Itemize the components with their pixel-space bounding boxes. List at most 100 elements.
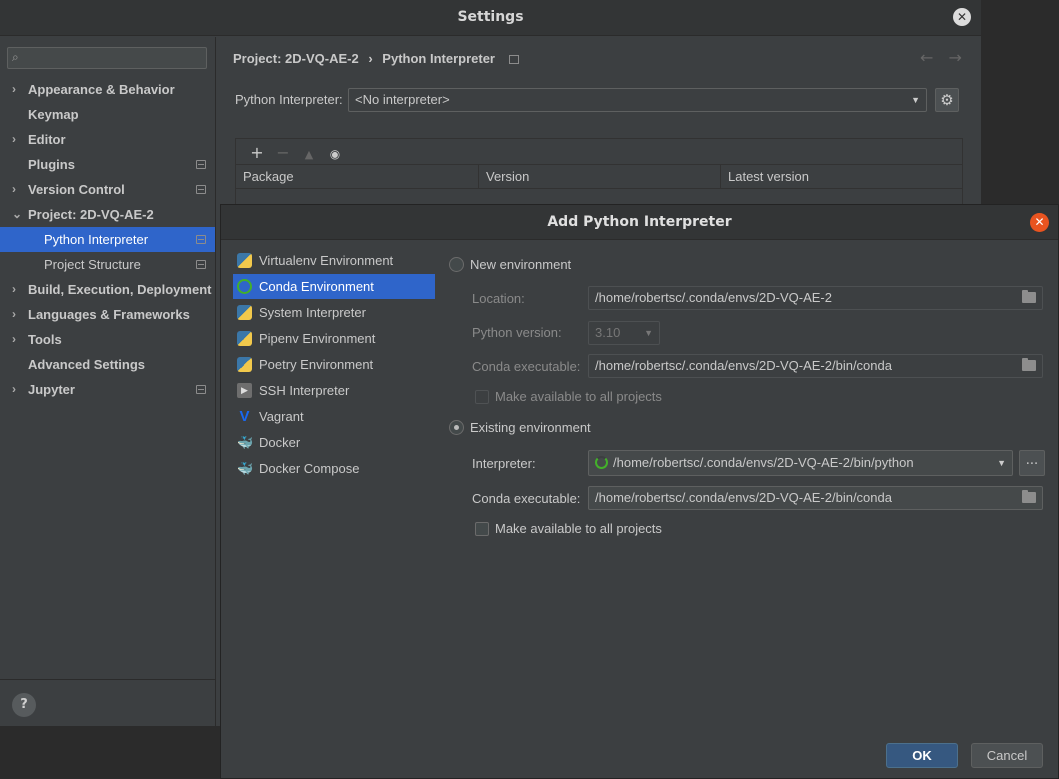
settings-search-input[interactable]: ⌕	[7, 47, 207, 69]
gear-icon[interactable]: ⚙	[935, 88, 959, 112]
sidebar-item[interactable]: › Tools	[0, 327, 215, 352]
sidebar-item-label: Python Interpreter	[44, 232, 149, 247]
settings-sidebar: ⌕ › Appearance & Behavior Keymap › Editor Plu…	[0, 37, 216, 726]
sidebar-item[interactable]: Advanced Settings	[0, 352, 215, 377]
forward-arrow-icon[interactable]: →	[949, 48, 962, 67]
sidebar-item[interactable]: Python Interpreter	[0, 227, 215, 252]
column-package[interactable]: Package	[236, 165, 479, 189]
env-type-label: Poetry Environment	[259, 357, 374, 372]
cancel-button[interactable]: Cancel	[971, 743, 1043, 768]
sidebar-item[interactable]: Project Structure	[0, 252, 215, 277]
sidebar-item[interactable]: › Jupyter	[0, 377, 215, 402]
breadcrumb-page: Python Interpreter	[382, 51, 495, 66]
location-field: /home/robertsc/.conda/envs/2D-VQ-AE-2	[588, 286, 1043, 310]
vagrant-icon: V	[239, 408, 250, 425]
interpreter-select[interactable]: /home/robertsc/.conda/envs/2D-VQ-AE-2/bi…	[588, 450, 1013, 476]
ok-button[interactable]: OK	[886, 743, 958, 768]
python-version-label: Python version:	[472, 325, 562, 340]
dialog-title: Add Python Interpreter	[547, 214, 732, 230]
sidebar-item-label: Project Structure	[44, 257, 141, 272]
sidebar-item[interactable]: ⌄ Project: 2D-VQ-AE-2	[0, 202, 215, 227]
sidebar-item[interactable]: › Languages & Frameworks	[0, 302, 215, 327]
sidebar-item-label: Advanced Settings	[28, 357, 146, 372]
breadcrumb-project[interactable]: Project: 2D-VQ-AE-2	[233, 51, 359, 66]
breadcrumb: Project: 2D-VQ-AE-2 › Python Interpreter	[233, 51, 525, 66]
sidebar-item[interactable]: › Editor	[0, 127, 215, 152]
chevron-right-icon[interactable]: ›	[12, 302, 16, 327]
env-type-item[interactable]: ▶ SSH Interpreter	[233, 378, 435, 403]
search-icon: ⌕	[12, 50, 19, 64]
pipenv-icon	[237, 331, 252, 346]
env-type-item[interactable]: 🐳 Docker	[233, 430, 435, 455]
packages-toolbar: + − ▲ ◉	[244, 143, 348, 162]
chevron-right-icon[interactable]: ›	[12, 177, 16, 202]
existing-make-available-checkbox[interactable]	[475, 522, 489, 536]
chevron-right-icon[interactable]: ›	[12, 327, 16, 352]
env-type-item[interactable]: Virtualenv Environment	[233, 248, 435, 273]
new-environment-label[interactable]: New environment	[470, 257, 571, 272]
project-level-icon	[196, 185, 206, 194]
existing-conda-executable-label: Conda executable:	[472, 491, 581, 506]
packages-panel: + − ▲ ◉ Package Version Latest version	[235, 138, 963, 208]
sidebar-item[interactable]: Keymap	[0, 102, 215, 127]
sidebar-item-label: Editor	[28, 132, 66, 147]
ssh-icon: ▶	[237, 383, 252, 398]
env-type-item[interactable]: Conda Environment	[233, 274, 435, 299]
chevron-right-icon[interactable]: ›	[12, 127, 16, 152]
folder-icon	[1022, 358, 1036, 371]
column-version[interactable]: Version	[479, 165, 721, 189]
sidebar-item-label: Appearance & Behavior	[28, 82, 175, 97]
add-package-icon[interactable]: +	[244, 143, 270, 162]
chevron-right-icon[interactable]: ›	[12, 77, 16, 102]
dialog-titlebar: Add Python Interpreter ✕	[221, 205, 1058, 240]
sidebar-item-label: Build, Execution, Deployment	[28, 282, 212, 297]
existing-environment-radio[interactable]	[449, 420, 464, 435]
sidebar-item[interactable]: › Build, Execution, Deployment	[0, 277, 215, 302]
env-type-label: Docker	[259, 435, 301, 450]
chevron-down-icon[interactable]: ⌄	[12, 202, 22, 227]
chevron-down-icon: ▼	[644, 328, 653, 338]
chevron-right-icon[interactable]: ›	[12, 377, 16, 402]
sidebar-item[interactable]: › Version Control	[0, 177, 215, 202]
env-type-item[interactable]: System Interpreter	[233, 300, 435, 325]
project-level-icon	[196, 235, 206, 244]
existing-make-available-label[interactable]: Make available to all projects	[495, 521, 662, 536]
existing-conda-executable-field[interactable]: /home/robertsc/.conda/envs/2D-VQ-AE-2/bi…	[588, 486, 1043, 510]
existing-conda-executable-value: /home/robertsc/.conda/envs/2D-VQ-AE-2/bi…	[595, 490, 892, 505]
sidebar-item-label: Version Control	[28, 182, 125, 197]
interpreter-label: Interpreter:	[472, 456, 536, 471]
poetry-icon	[237, 357, 252, 372]
back-arrow-icon[interactable]: ←	[920, 48, 933, 67]
env-type-label: System Interpreter	[259, 305, 366, 320]
python-interpreter-value: <No interpreter>	[355, 92, 450, 107]
sidebar-item[interactable]: Plugins	[0, 152, 215, 177]
python-icon	[237, 305, 252, 320]
env-type-item[interactable]: Poetry Environment	[233, 352, 435, 377]
env-type-label: Docker Compose	[259, 461, 360, 476]
existing-environment-label[interactable]: Existing environment	[470, 420, 591, 435]
dialog-close-icon[interactable]: ✕	[1030, 213, 1049, 232]
upgrade-package-icon[interactable]: ▲	[296, 148, 322, 161]
new-conda-executable-label: Conda executable:	[472, 359, 581, 374]
sidebar-item-label: Languages & Frameworks	[28, 307, 190, 322]
env-type-item[interactable]: V Vagrant	[233, 404, 435, 429]
python-version-value: 3.10	[595, 325, 621, 340]
folder-icon[interactable]	[1022, 490, 1036, 503]
new-environment-radio[interactable]	[449, 257, 464, 272]
env-type-item[interactable]: Pipenv Environment	[233, 326, 435, 351]
new-make-available-label: Make available to all projects	[495, 389, 662, 404]
settings-close-icon[interactable]: ✕	[953, 8, 971, 26]
python-version-select: 3.10 ▼	[588, 321, 660, 345]
docker-icon: 🐳	[237, 435, 254, 450]
remove-package-icon[interactable]: −	[270, 143, 296, 162]
env-type-item[interactable]: 🐳 Docker Compose	[233, 456, 435, 481]
new-conda-executable-value: /home/robertsc/.conda/envs/2D-VQ-AE-2/bi…	[595, 358, 892, 373]
chevron-right-icon[interactable]: ›	[12, 277, 16, 302]
help-button[interactable]: ?	[12, 693, 36, 717]
eye-icon[interactable]: ◉	[322, 147, 348, 161]
column-latest-version[interactable]: Latest version	[721, 165, 962, 189]
sidebar-item[interactable]: › Appearance & Behavior	[0, 77, 215, 102]
browse-interpreter-button[interactable]: ...	[1019, 450, 1045, 476]
packages-table-header: Package Version Latest version	[236, 164, 962, 189]
python-interpreter-select[interactable]: <No interpreter> ▼	[348, 88, 927, 112]
